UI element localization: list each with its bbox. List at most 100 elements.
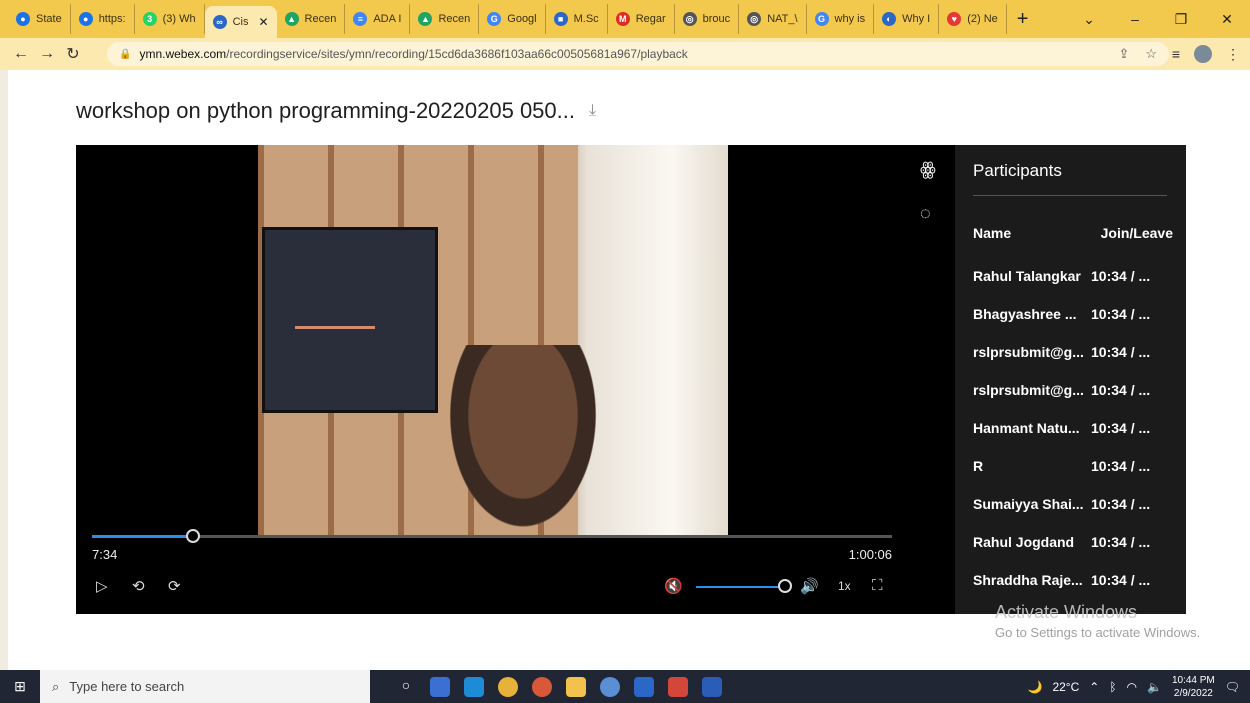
seek-progress bbox=[92, 535, 193, 538]
participant-row[interactable]: Rahul Talangkar 10:34 / ... bbox=[973, 257, 1173, 295]
rewind-icon[interactable]: ⟲ bbox=[132, 577, 145, 595]
participant-row[interactable]: Shraddha Raje... 10:34 / ... bbox=[973, 561, 1173, 599]
browser-tab[interactable]: 3 (3) Wh bbox=[135, 4, 205, 34]
chrome-profile-icon[interactable] bbox=[600, 676, 620, 697]
browser-tab[interactable]: ◐ Why I bbox=[874, 4, 940, 34]
profile-avatar[interactable] bbox=[1194, 45, 1212, 63]
volume-up-icon[interactable]: 🔊 bbox=[800, 577, 819, 595]
weather-temp[interactable]: 22°C bbox=[1052, 680, 1079, 694]
word-icon[interactable] bbox=[702, 676, 722, 697]
page-title: workshop on python programming-20220205 … bbox=[76, 98, 575, 123]
playback-speed[interactable]: 1x bbox=[838, 579, 851, 593]
reload-icon[interactable]: ↻ bbox=[60, 44, 86, 64]
download-icon[interactable]: ⤓ bbox=[589, 102, 596, 120]
tab-search-icon[interactable]: ⌄ bbox=[1066, 11, 1112, 28]
tab-close-icon[interactable]: ✕ bbox=[258, 15, 268, 29]
tab-label: M.Sc bbox=[573, 13, 599, 25]
tab-label: Regar bbox=[635, 13, 666, 25]
tray-overflow-icon[interactable]: ⌃ bbox=[1089, 680, 1099, 694]
seek-handle[interactable] bbox=[186, 529, 200, 543]
notifications-icon[interactable]: 🗨 bbox=[1225, 680, 1240, 694]
minimize-button[interactable]: – bbox=[1112, 11, 1158, 27]
chrome-icon[interactable] bbox=[498, 676, 518, 697]
windows-start-icon[interactable]: ⊞ bbox=[0, 678, 40, 695]
video-player[interactable]: 7:34 1:00:06 ▷ ⟲ ⟳ 🔇 🔊 1x ⛶ bbox=[76, 145, 908, 614]
reading-list-icon[interactable]: ≡ bbox=[1172, 46, 1180, 62]
windows-taskbar: ⊞ ⌕ Type here to search ○ 🌙 22°C ⌃ ᛒ ◠ 🔈… bbox=[0, 670, 1250, 703]
browser-tab[interactable]: G Googl bbox=[479, 4, 546, 34]
chrome-canary-icon[interactable] bbox=[532, 676, 552, 697]
tab-label: Cis bbox=[232, 16, 249, 28]
task-view-icon[interactable] bbox=[430, 676, 450, 697]
fullscreen-icon[interactable]: ⛶ bbox=[872, 577, 883, 594]
browser-tab[interactable]: Gwhy is bbox=[807, 4, 875, 34]
participants-title: Participants bbox=[973, 161, 1062, 180]
back-icon[interactable]: ← bbox=[8, 45, 34, 63]
forward-icon[interactable]: → bbox=[34, 45, 60, 63]
tab-favicon-icon: ▲ bbox=[418, 12, 433, 26]
tab-favicon-icon: M bbox=[615, 12, 630, 26]
menu-kebab-icon[interactable]: ⋮ bbox=[1226, 46, 1240, 63]
chat-icon[interactable]: ◌ bbox=[920, 203, 931, 224]
taskbar-search-box[interactable]: ⌕ Type here to search bbox=[40, 670, 370, 703]
powerpoint-icon[interactable] bbox=[668, 676, 688, 697]
webex-icon[interactable] bbox=[634, 676, 654, 697]
tab-label: State bbox=[36, 13, 62, 25]
lock-icon[interactable]: 🔒 bbox=[119, 49, 131, 60]
cortana-icon[interactable]: ○ bbox=[396, 677, 416, 697]
new-tab-button[interactable]: + bbox=[1007, 0, 1039, 38]
browser-tab-strip: ● State ● https: 3 (3) Wh ∞ Cis ✕ ▲ Recen ≡ ADA I ▲ Re… bbox=[0, 0, 1250, 38]
participant-row[interactable]: Rahul Jogdand 10:34 / ... bbox=[973, 523, 1173, 561]
file-explorer-icon[interactable] bbox=[566, 676, 586, 697]
close-window-button[interactable]: ✕ bbox=[1204, 11, 1250, 28]
participant-row[interactable]: Bhagyashree ... 10:34 / ... bbox=[973, 295, 1173, 333]
participant-row[interactable]: R 10:34 / ... bbox=[973, 447, 1173, 485]
restore-button[interactable]: ❐ bbox=[1158, 11, 1204, 28]
seek-bar[interactable] bbox=[92, 529, 892, 543]
participant-name: Rahul Jogdand bbox=[973, 534, 1075, 550]
volume-handle[interactable] bbox=[778, 579, 792, 593]
weather-icon[interactable]: 🌙 bbox=[1027, 680, 1042, 694]
participants-header: Name Join/Leave bbox=[973, 225, 1173, 241]
participant-row[interactable]: Hanmant Natu... 10:34 / ... bbox=[973, 409, 1173, 447]
mail-icon[interactable] bbox=[464, 676, 484, 697]
browser-tab[interactable]: ● https: bbox=[71, 4, 135, 34]
page-content: workshop on python programming-20220205 … bbox=[8, 70, 1250, 670]
browser-tab[interactable]: ≡ ADA I bbox=[345, 4, 411, 34]
browser-tab[interactable]: ∞ Cis ✕ bbox=[204, 6, 277, 38]
browser-tab[interactable]: ♥ (2) Ne bbox=[939, 4, 1007, 34]
browser-tab[interactable]: ▲ Recen bbox=[410, 4, 480, 34]
bluetooth-icon[interactable]: ᛒ bbox=[1109, 680, 1116, 694]
participant-row[interactable]: rslprsubmit@g... 10:34 / ... bbox=[973, 333, 1173, 371]
mute-icon[interactable]: 🔇 bbox=[664, 577, 683, 595]
recording-title-row: workshop on python programming-20220205 … bbox=[76, 98, 596, 124]
taskbar-clock[interactable]: 10:44 PM 2/9/2022 bbox=[1172, 674, 1215, 700]
play-icon[interactable]: ▷ bbox=[96, 577, 108, 595]
bookmark-star-icon[interactable]: ☆ bbox=[1145, 46, 1157, 62]
wifi-icon[interactable]: ◠ bbox=[1127, 680, 1137, 694]
participant-name: rslprsubmit@g... bbox=[973, 382, 1084, 398]
tab-label: NAT_\ bbox=[767, 13, 798, 25]
participant-name: rslprsubmit@g... bbox=[973, 344, 1084, 360]
watermark-line1: Activate Windows bbox=[995, 602, 1138, 622]
participants-icon[interactable]: ꙮ bbox=[920, 159, 936, 180]
browser-tab[interactable]: ◎ NAT_\ bbox=[739, 4, 807, 34]
browser-tab[interactable]: M Regar bbox=[608, 4, 675, 34]
share-icon[interactable]: ⇪ bbox=[1118, 46, 1129, 62]
tab-favicon-icon: ◎ bbox=[682, 12, 697, 26]
forward-skip-icon[interactable]: ⟳ bbox=[168, 577, 181, 595]
browser-tab[interactable]: ■ M.Sc bbox=[546, 4, 608, 34]
participant-join-leave: 10:34 / ... bbox=[1091, 306, 1151, 322]
browser-tab[interactable]: ◎ brouc bbox=[675, 4, 740, 34]
video-speaker bbox=[438, 345, 608, 545]
tab-label: why is bbox=[834, 13, 866, 25]
search-placeholder: Type here to search bbox=[69, 679, 185, 694]
speaker-icon[interactable]: 🔈 bbox=[1147, 680, 1162, 694]
participant-row[interactable]: Sumaiyya Shai... 10:34 / ... bbox=[973, 485, 1173, 523]
browser-tab[interactable]: ● State bbox=[8, 4, 71, 34]
volume-slider[interactable] bbox=[696, 586, 784, 588]
participant-row[interactable]: rslprsubmit@g... 10:34 / ... bbox=[973, 371, 1173, 409]
url-input[interactable]: 🔒 ymn.webex.com/recordingservice/sites/y… bbox=[107, 42, 1169, 66]
system-tray: 🌙 22°C ⌃ ᛒ ◠ 🔈 10:44 PM 2/9/2022 🗨 bbox=[1027, 670, 1250, 703]
browser-tab[interactable]: ▲ Recen bbox=[277, 4, 346, 34]
